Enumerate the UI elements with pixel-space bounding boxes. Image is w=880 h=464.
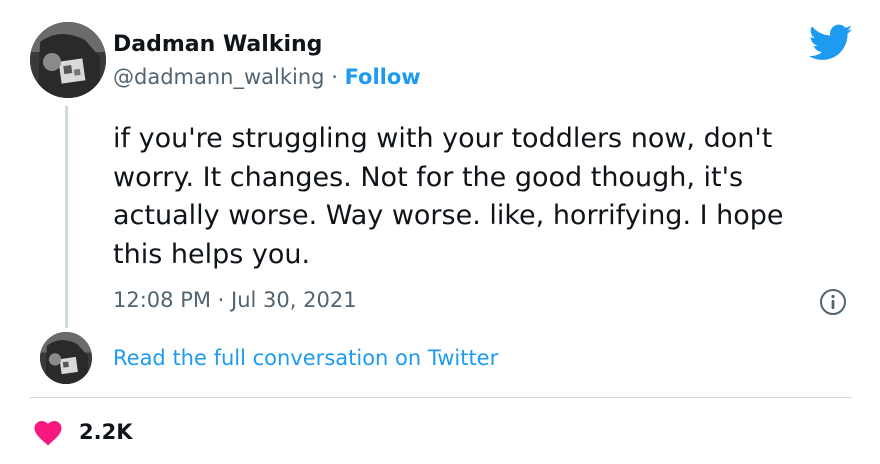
tweet-time: 12:08 PM	[113, 288, 211, 312]
author-handle[interactable]: @dadmann_walking	[113, 65, 325, 89]
read-conversation-link[interactable]: Read the full conversation on Twitter	[113, 344, 498, 372]
follow-button[interactable]: Follow	[345, 65, 421, 89]
avatar-photo-small	[40, 332, 92, 384]
author-name[interactable]: Dadman Walking	[113, 31, 322, 59]
timestamp-separator: ·	[217, 288, 225, 312]
tweet-timestamp[interactable]: 12:08 PM · Jul 30, 2021	[113, 286, 357, 314]
heart-icon[interactable]	[33, 419, 63, 446]
avatar-photo	[30, 22, 106, 98]
info-icon[interactable]	[819, 288, 847, 316]
handle-separator: ·	[331, 65, 338, 89]
handle-row: @dadmann_walking · Follow	[113, 63, 421, 91]
divider	[30, 397, 852, 398]
conversation-avatar[interactable]	[40, 332, 92, 384]
thread-connector	[65, 106, 68, 328]
author-avatar[interactable]	[30, 22, 106, 98]
tweet-date: Jul 30, 2021	[231, 288, 357, 312]
tweet-text: if you're struggling with your toddlers …	[113, 123, 784, 270]
like-count[interactable]: 2.2K	[79, 418, 132, 446]
twitter-bird-icon[interactable]	[808, 24, 853, 62]
